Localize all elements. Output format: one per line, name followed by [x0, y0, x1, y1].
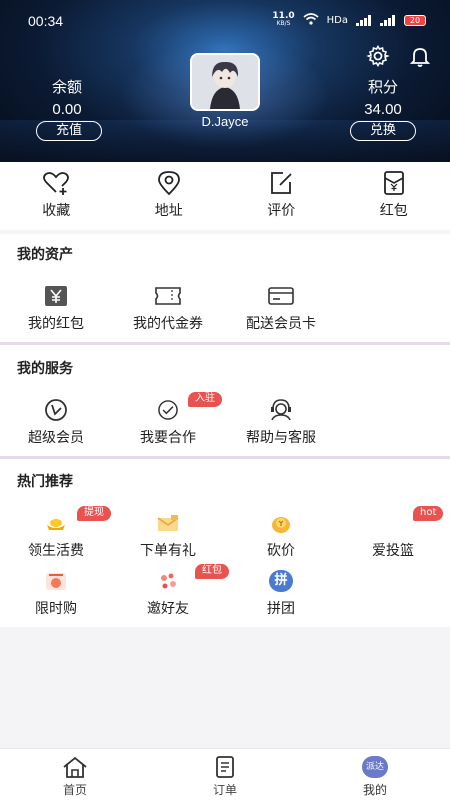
assets-item-member-card[interactable]: 配送会员卡 — [231, 284, 331, 333]
invite-badge: 红包 — [195, 564, 229, 579]
section-title: 热门推荐 — [17, 474, 73, 490]
battery-icon: 20 — [404, 14, 426, 26]
hot-item-order-gift[interactable]: 下单有礼 — [118, 511, 218, 560]
grid-item-label: 邀好友 — [147, 601, 189, 617]
coin-bag-icon — [267, 511, 295, 535]
status-time: 00:34 — [28, 13, 64, 29]
tab-label: 我的 — [362, 783, 387, 797]
tab-home[interactable]: 首页 — [0, 749, 150, 800]
service-item-help[interactable]: 帮助与客服 — [231, 398, 331, 447]
network-type-1: HDa — [326, 14, 348, 26]
grid-item-label: 我要合作 — [140, 430, 196, 446]
bell-icon[interactable] — [408, 44, 432, 68]
grid-item-label: 我的红包 — [28, 316, 84, 332]
section-title: 我的服务 — [17, 361, 73, 377]
headset-icon — [267, 398, 295, 422]
home-icon — [61, 755, 89, 779]
basketball-placeholder — [379, 511, 407, 535]
invite-icon — [154, 569, 182, 593]
grid-item-label: 领生活费 — [28, 543, 84, 559]
check-circle-icon — [154, 398, 182, 422]
grid-item-label: 帮助与客服 — [246, 430, 316, 446]
quick-item-label: 地址 — [154, 203, 183, 219]
balance-value: 0.00 — [52, 101, 82, 118]
flash-sale-icon — [42, 569, 70, 593]
grid-item-label: 配送会员卡 — [246, 316, 316, 332]
yen-icon — [42, 284, 70, 308]
grid-item-label: 砍价 — [267, 543, 295, 559]
ticket-icon — [154, 284, 182, 308]
tab-orders[interactable]: 订单 — [150, 749, 300, 800]
points-value: 34.00 — [364, 101, 402, 118]
username: D.Jayce — [201, 114, 249, 129]
status-bar: 00:34 11.0 KB/S HDa 20 — [0, 0, 450, 40]
red-packet-icon — [380, 170, 408, 196]
assets-item-voucher[interactable]: 我的代金券 — [118, 284, 218, 333]
assets-section: 我的资产 我的红包 我的代金券 配送会员卡 — [0, 234, 450, 342]
me-icon: 派达 — [361, 755, 389, 779]
location-pin-icon — [155, 170, 183, 196]
heart-plus-icon — [42, 170, 70, 196]
points-block: 积分 34.00 — [350, 76, 416, 118]
exchange-button[interactable]: 兑换 — [350, 121, 416, 141]
basketball-badge: hot — [413, 506, 444, 521]
wifi-icon — [303, 12, 319, 28]
edit-icon — [267, 170, 295, 196]
profile-header: 00:34 11.0 KB/S HDa 20 余额 0.00 充值 D.Jayc… — [0, 0, 450, 162]
signal-icon-1 — [356, 14, 372, 26]
section-title: 我的资产 — [17, 247, 73, 263]
tab-me[interactable]: 派达 我的 — [300, 749, 450, 800]
service-item-vip[interactable]: 超级会员 — [6, 398, 106, 447]
grid-item-label: 拼团 — [267, 601, 295, 617]
services-section: 我的服务 超级会员 我要合作 入驻 帮助与客服 — [0, 345, 450, 456]
cooperate-badge: 入驻 — [188, 392, 222, 407]
grid-item-label: 超级会员 — [28, 430, 84, 446]
gold-ingot-icon — [42, 511, 70, 535]
recharge-button[interactable]: 充值 — [36, 121, 102, 141]
header-actions — [366, 44, 432, 68]
quick-item-label: 收藏 — [42, 203, 71, 219]
quick-item-address[interactable]: 地址 — [113, 162, 226, 230]
quick-item-favorites[interactable]: 收藏 — [0, 162, 113, 230]
quick-item-label: 红包 — [379, 203, 408, 219]
vip-icon — [42, 398, 70, 422]
balance-label: 余额 — [51, 78, 82, 96]
grid-item-label: 限时购 — [35, 601, 77, 617]
balance-block: 余额 0.00 — [34, 76, 100, 118]
living-allowance-badge: 提现 — [77, 506, 111, 521]
signal-icon-2 — [380, 14, 396, 26]
assets-item-red-packet[interactable]: 我的红包 — [6, 284, 106, 333]
hot-item-group-buy[interactable]: 拼 拼团 — [231, 569, 331, 618]
quick-item-red-packet[interactable]: 红包 — [338, 162, 450, 230]
tab-label: 订单 — [212, 783, 237, 797]
status-icons: 11.0 KB/S HDa 20 — [272, 12, 426, 28]
hot-item-flash-sale[interactable]: 限时购 — [6, 569, 106, 618]
quick-actions: 收藏 地址 评价 红包 — [0, 162, 450, 230]
hot-item-bargain[interactable]: 砍价 — [231, 511, 331, 560]
grid-item-label: 爱投篮 — [372, 543, 414, 559]
grid-item-label: 下单有礼 — [140, 543, 196, 559]
hot-section: 热门推荐 领生活费 提现 下单有礼 砍价 爱投篮 hot 限时购 邀好友 红包 … — [0, 459, 450, 627]
avatar[interactable] — [190, 53, 260, 111]
network-speed: 11.0 KB/S — [272, 11, 295, 28]
tab-label: 首页 — [62, 783, 87, 797]
quick-item-label: 评价 — [267, 203, 296, 219]
bottom-tab-bar: 首页 订单 派达 我的 — [0, 748, 450, 800]
settings-gear-icon[interactable] — [366, 44, 390, 68]
quick-item-review[interactable]: 评价 — [225, 162, 338, 230]
points-label: 积分 — [367, 78, 398, 96]
order-icon — [211, 755, 239, 779]
card-icon — [267, 284, 295, 308]
grid-item-label: 我的代金券 — [133, 316, 203, 332]
gift-envelope-icon — [154, 511, 182, 535]
group-buy-icon: 拼 — [267, 569, 295, 593]
